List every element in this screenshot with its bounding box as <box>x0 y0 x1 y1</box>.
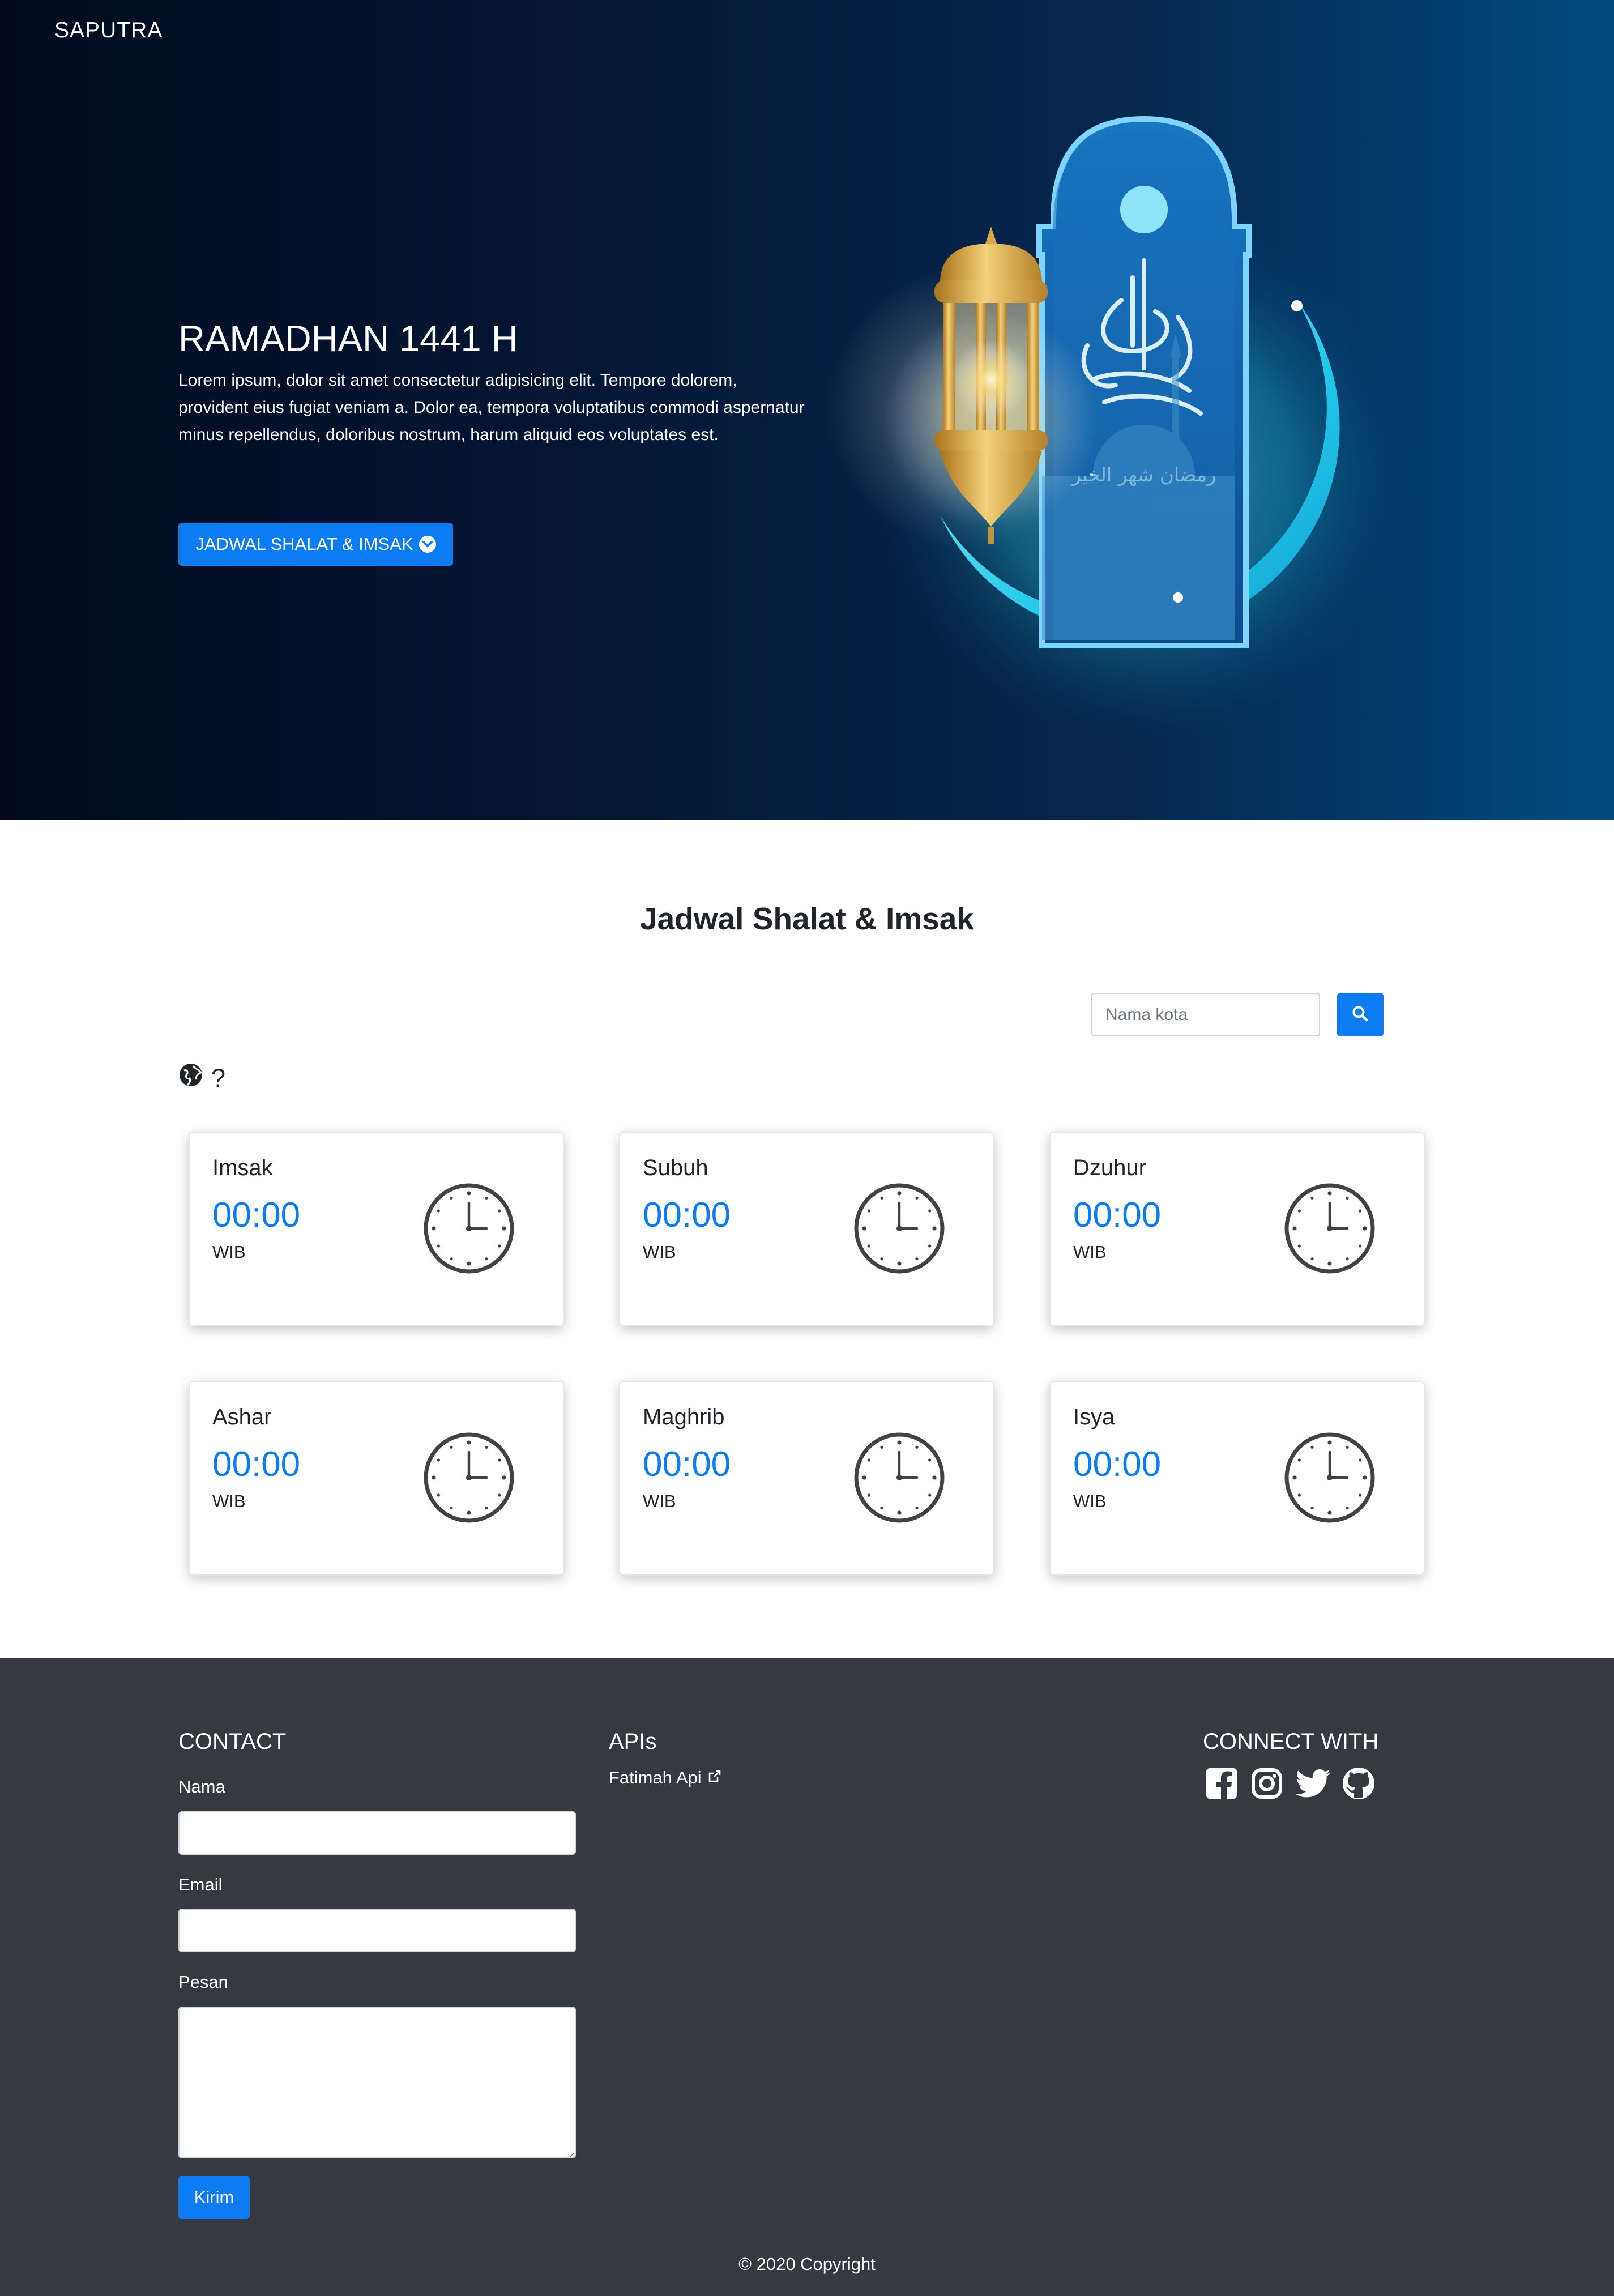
prayer-timezone: WIB <box>1073 1491 1107 1511</box>
prayer-name: Subuh <box>643 1155 708 1180</box>
city-search-input[interactable] <box>1091 993 1320 1036</box>
brand-logo[interactable]: SAPUTRA <box>54 18 163 43</box>
fatimah-api-link-label: Fatimah Api <box>609 1768 702 1787</box>
message-field[interactable] <box>178 2007 576 2158</box>
prayer-name: Dzuhur <box>1073 1155 1146 1180</box>
prayer-schedule-button[interactable]: JADWAL SHALAT & IMSAK <box>178 523 453 566</box>
city-search-button[interactable] <box>1337 993 1384 1036</box>
location-text: ? <box>211 1063 226 1092</box>
prayer-card-dzuhur: Dzuhur 00:00 WIB <box>1049 1132 1425 1326</box>
copyright-text: © 2020 Copyright <box>738 2254 876 2274</box>
twitter-icon[interactable] <box>1295 1766 1330 1801</box>
schedule-title: Jadwal Shalat & Imsak <box>640 901 974 936</box>
instagram-icon[interactable] <box>1249 1766 1284 1801</box>
search-icon <box>1352 1005 1369 1024</box>
location-indicator: ? <box>178 1062 225 1094</box>
submit-button[interactable]: Kirim <box>178 2176 250 2219</box>
fatimah-api-link[interactable]: Fatimah Api <box>609 1768 722 1788</box>
prayer-name: Maghrib <box>643 1405 725 1429</box>
external-link-icon <box>707 1768 722 1788</box>
prayer-time: 00:00 <box>643 1196 731 1235</box>
prayer-name: Ashar <box>212 1405 272 1429</box>
prayer-card-subuh: Subuh 00:00 WIB <box>619 1132 994 1326</box>
prayer-timezone: WIB <box>1073 1242 1107 1262</box>
email-field[interactable] <box>178 1909 576 1952</box>
facebook-icon[interactable] <box>1204 1766 1239 1801</box>
prayer-timezone: WIB <box>643 1242 676 1262</box>
prayer-timezone: WIB <box>212 1242 246 1262</box>
globe-icon <box>178 1062 203 1094</box>
clock-icon <box>1284 1183 1376 1274</box>
clock-icon <box>853 1183 945 1274</box>
contact-title: CONTACT <box>178 1729 287 1754</box>
prayer-name: Isya <box>1073 1405 1115 1429</box>
prayer-schedule-button-label: JADWAL SHALAT & IMSAK <box>195 534 413 554</box>
clock-icon <box>1284 1432 1376 1523</box>
apis-title: APIs <box>609 1729 657 1754</box>
prayer-timezone: WIB <box>212 1491 246 1511</box>
prayer-time: 00:00 <box>212 1445 301 1484</box>
github-icon[interactable] <box>1341 1766 1376 1801</box>
clock-icon <box>423 1183 515 1274</box>
hero-title: RAMADHAN 1441 H <box>178 318 518 359</box>
prayer-card-ashar: Ashar 00:00 WIB <box>189 1381 564 1576</box>
name-label: Nama <box>178 1777 225 1796</box>
chevron-circle-down-icon <box>419 536 436 553</box>
email-label: Email <box>178 1875 223 1894</box>
prayer-time: 00:00 <box>1073 1196 1162 1235</box>
ramadan-illustration: رمضان شهر الخير <box>827 116 1410 742</box>
connect-title: CONNECT WITH <box>1203 1729 1379 1754</box>
hero-description: Lorem ipsum, dolor sit amet consectetur … <box>178 371 805 444</box>
prayer-time: 00:00 <box>212 1196 301 1235</box>
name-field[interactable] <box>178 1811 576 1855</box>
hero-section: SAPUTRA RAMADHAN 1441 H Lorem ipsum, dol… <box>0 0 1614 820</box>
prayer-name: Imsak <box>212 1155 273 1180</box>
prayer-card-imsak: Imsak 00:00 WIB <box>189 1132 564 1326</box>
clock-icon <box>853 1432 945 1523</box>
prayer-time: 00:00 <box>643 1445 731 1484</box>
prayer-timezone: WIB <box>643 1491 676 1511</box>
prayer-card-isya: Isya 00:00 WIB <box>1049 1381 1425 1576</box>
clock-icon <box>423 1432 515 1523</box>
prayer-card-maghrib: Maghrib 00:00 WIB <box>619 1381 994 1576</box>
prayer-time: 00:00 <box>1073 1445 1162 1484</box>
message-label: Pesan <box>178 1972 228 1992</box>
